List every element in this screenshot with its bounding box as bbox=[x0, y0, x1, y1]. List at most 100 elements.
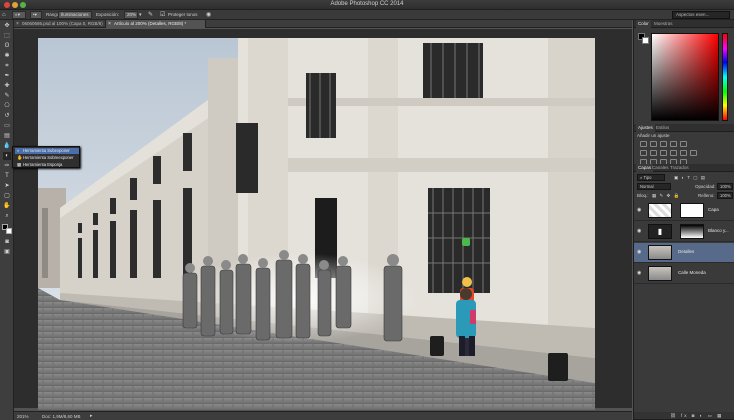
document-canvas-image[interactable] bbox=[38, 38, 595, 410]
protect-tones-label[interactable]: Proteger tonos bbox=[168, 11, 198, 19]
tab-swatches[interactable]: Muestras bbox=[652, 20, 675, 28]
brush-size-picker[interactable]: •▾ bbox=[30, 11, 42, 19]
options-bar: ⌂ ◐▾ •▾ Rango: Iluminaciones Exposición:… bbox=[0, 10, 734, 20]
blur-tool-icon[interactable]: 💧 bbox=[3, 142, 11, 150]
dodge-icon: ◐ bbox=[17, 148, 20, 153]
document-size[interactable]: Doc: 1,9M/8,60 MB bbox=[42, 413, 81, 420]
exposure-icon[interactable] bbox=[670, 141, 677, 147]
layer-mask-thumbnail bbox=[680, 203, 704, 218]
exposure-input[interactable]: 20% bbox=[124, 11, 138, 19]
layer-row[interactable]: ◉ Capa bbox=[634, 201, 734, 221]
path-select-tool-icon[interactable]: ➤ bbox=[3, 182, 11, 190]
close-tab-icon[interactable]: × bbox=[16, 20, 19, 28]
opacity-input[interactable]: 100% bbox=[717, 183, 733, 190]
layer-row[interactable]: ◉ Calle Moneda bbox=[634, 264, 734, 284]
layer-thumbnail bbox=[648, 266, 672, 281]
vibrance-icon[interactable] bbox=[680, 141, 687, 147]
lasso-tool-icon[interactable]: ʘ bbox=[3, 42, 11, 50]
workspace-switcher[interactable]: Aspectos esen... bbox=[672, 11, 730, 19]
eyedropper-tool-icon[interactable]: ✒ bbox=[3, 72, 11, 80]
channel-mixer-icon[interactable] bbox=[680, 150, 687, 156]
type-tool-icon[interactable]: T bbox=[3, 172, 11, 180]
layer-row[interactable]: ◉ ▮ Blanco y... bbox=[634, 222, 734, 242]
airbrush-icon[interactable]: ✎ bbox=[148, 11, 153, 19]
layer-thumbnail bbox=[648, 245, 672, 260]
tab-paths[interactable]: Trazados bbox=[668, 164, 691, 172]
hand-tool-icon[interactable]: ✋ bbox=[3, 202, 11, 210]
tab-document-2[interactable]: × Artículo al 200% (Detalles, RGB/8) * bbox=[106, 20, 206, 28]
zoom-tool-icon[interactable]: ⌕ bbox=[3, 212, 11, 220]
home-icon[interactable]: ⌂ bbox=[2, 11, 6, 19]
filter-icons[interactable]: ▣ ◐ T ▢ ▤ bbox=[674, 174, 706, 181]
checkbox-checked-icon[interactable]: ☑ bbox=[160, 11, 165, 19]
background-color-swatch[interactable] bbox=[6, 228, 12, 234]
layer-thumbnail bbox=[648, 203, 672, 218]
layer-name[interactable]: Capa bbox=[708, 207, 719, 212]
close-tab-icon[interactable]: × bbox=[108, 20, 111, 28]
dodge-tool-icon[interactable]: ◐ bbox=[3, 152, 11, 160]
lock-label: Bloq.: bbox=[637, 193, 649, 198]
screen-mode-icon[interactable]: ▣ bbox=[3, 248, 11, 256]
opacity-label: Opacidad: bbox=[695, 184, 716, 189]
layer-name[interactable]: Detalles bbox=[678, 249, 694, 254]
move-tool-icon[interactable]: ✥ bbox=[3, 22, 11, 30]
visibility-eye-icon[interactable]: ◉ bbox=[637, 249, 641, 255]
tab-styles[interactable]: Estilos bbox=[654, 124, 671, 132]
shape-tool-icon[interactable]: ▢ bbox=[3, 192, 11, 200]
layer-name[interactable]: Calle Moneda bbox=[678, 270, 706, 275]
menu-item-sponge[interactable]: ▩ Herramienta Esponja bbox=[15, 162, 79, 168]
layer-footer-icons[interactable]: ⛓ fx ◙ ◐ ▭ ▦ 🗑 bbox=[668, 412, 734, 420]
background-color-chip[interactable] bbox=[642, 37, 649, 44]
layer-name[interactable]: Blanco y... bbox=[708, 228, 729, 233]
brightness-icon[interactable] bbox=[640, 141, 647, 147]
layer-row[interactable]: ◉ Detalles bbox=[634, 243, 734, 263]
quick-select-tool-icon[interactable]: ✱ bbox=[3, 52, 11, 60]
healing-brush-tool-icon[interactable]: ✚ bbox=[3, 82, 11, 90]
pressure-icon[interactable]: ◉ bbox=[206, 11, 211, 19]
menu-item-label: Herramienta Esponja bbox=[23, 162, 63, 167]
menu-item-burn[interactable]: ✋ Herramienta Sobreexponer bbox=[15, 155, 79, 161]
visibility-eye-icon[interactable]: ◉ bbox=[637, 270, 641, 276]
tab-label: Artículo al 200% (Detalles, RGB/8) * bbox=[114, 21, 187, 26]
layers-panel-footer: ⛓ fx ◙ ◐ ▭ ▦ 🗑 bbox=[634, 412, 734, 420]
hue-saturation-icon[interactable] bbox=[640, 150, 647, 156]
visibility-eye-icon[interactable]: ◉ bbox=[637, 228, 641, 234]
tool-preset-picker[interactable]: ◐▾ bbox=[12, 11, 26, 19]
fill-input[interactable]: 100% bbox=[717, 192, 733, 199]
adjustments-panel-tabs: Ajustes Estilos bbox=[634, 124, 734, 132]
blend-mode-select[interactable]: Normal bbox=[637, 183, 671, 190]
curves-icon[interactable] bbox=[660, 141, 667, 147]
pen-tool-icon[interactable]: ✑ bbox=[3, 162, 11, 170]
marquee-tool-icon[interactable]: ⬚ bbox=[3, 32, 11, 40]
levels-icon[interactable] bbox=[650, 141, 657, 147]
toning-tools-flyout: ◐ Herramienta Subexponer ✋ Herramienta S… bbox=[12, 146, 80, 168]
tab-adjustments[interactable]: Ajustes bbox=[636, 124, 655, 132]
document-tabs: × 06060686.psd al 100% (Capa 0, RGB/8) *… bbox=[14, 20, 632, 34]
layers-panel-tabs: Capas Canales Trazados bbox=[634, 164, 734, 172]
black-white-icon[interactable] bbox=[660, 150, 667, 156]
status-arrow-icon[interactable]: ▸ bbox=[90, 413, 93, 420]
color-lookup-icon[interactable] bbox=[690, 150, 697, 156]
tab-color[interactable]: Color bbox=[636, 20, 651, 28]
photo-filter-icon[interactable] bbox=[670, 150, 677, 156]
eraser-tool-icon[interactable]: ▭ bbox=[3, 122, 11, 130]
crop-tool-icon[interactable]: ⌗ bbox=[3, 62, 11, 70]
hue-slider[interactable] bbox=[722, 33, 728, 121]
lock-icons[interactable]: ▦ ✎ ✥ 🔒 bbox=[652, 192, 680, 199]
layer-filter-select[interactable]: ⌕ Tipo bbox=[637, 174, 665, 181]
menu-item-dodge[interactable]: ◐ Herramienta Subexponer bbox=[15, 148, 79, 154]
clone-stamp-tool-icon[interactable]: ⎔ bbox=[3, 102, 11, 110]
menu-item-label: Herramienta Sobreexponer bbox=[23, 155, 74, 160]
brush-tool-icon[interactable]: ✎ bbox=[3, 92, 11, 100]
exposure-dropdown-icon[interactable]: ▾ bbox=[139, 11, 142, 19]
gradient-tool-icon[interactable]: ▤ bbox=[3, 132, 11, 140]
color-picker-field[interactable] bbox=[651, 33, 719, 121]
zoom-level[interactable]: 201% bbox=[17, 413, 29, 420]
window-title: Adobe Photoshop CC 2014 bbox=[330, 1, 404, 7]
quick-mask-icon[interactable]: ◙ bbox=[3, 238, 11, 246]
range-select[interactable]: Iluminaciones bbox=[58, 11, 92, 19]
color-balance-icon[interactable] bbox=[650, 150, 657, 156]
visibility-eye-icon[interactable]: ◉ bbox=[637, 207, 641, 213]
history-brush-tool-icon[interactable]: ↺ bbox=[3, 112, 11, 120]
tab-document-1[interactable]: × 06060686.psd al 100% (Capa 0, RGB/8) * bbox=[14, 20, 106, 34]
